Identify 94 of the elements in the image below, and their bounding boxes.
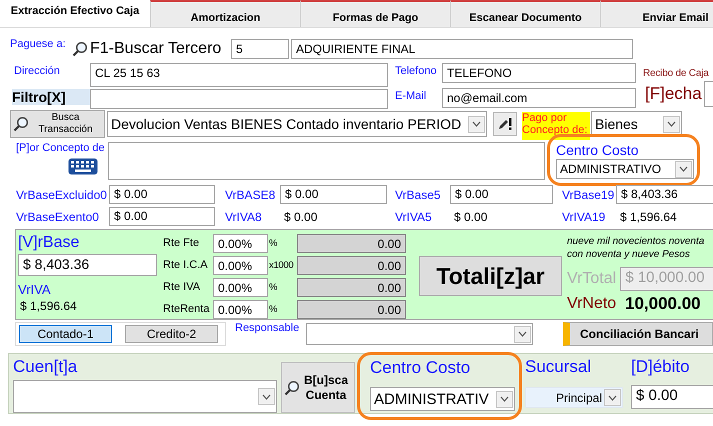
amount-value: $ 0.00	[283, 210, 318, 224]
iva-value: $ 1,596.64	[19, 299, 78, 313]
concept-label: Pago por Concepto de:	[522, 112, 590, 140]
reconciliation-button[interactable]: Conciliación Bancari	[563, 322, 713, 346]
search-icon	[72, 41, 88, 57]
amount-field[interactable]: $ 0.00	[450, 185, 553, 204]
base-label: [V]rBase	[18, 234, 80, 252]
amount-value: $ 1,596.64	[619, 210, 677, 224]
field-label: VrBaseExento0	[16, 210, 100, 224]
field-label: Dirección	[13, 64, 61, 77]
transaction-dropdown[interactable]: Devolucion Ventas BIENES Contado inventario PERIOD	[107, 111, 487, 137]
chevron-icon	[675, 160, 692, 178]
amount-field[interactable]: $ 0.00	[280, 185, 387, 204]
concept-field[interactable]	[108, 142, 545, 180]
chevron-icon	[514, 326, 531, 342]
branch-dropdown[interactable]: Principal	[525, 387, 623, 408]
field-label: Responsable	[235, 322, 300, 334]
field-label: E-Mail	[395, 89, 428, 102]
totalize-button[interactable]: Totali[z]ar	[419, 256, 562, 296]
name-field[interactable]: ADQUIRIENTE FINAL	[291, 39, 633, 59]
field-label: Rte Fte	[163, 237, 200, 249]
code-field[interactable]: 5	[231, 39, 289, 59]
field-label: Rte I.C.A	[163, 259, 209, 271]
amount-field: 0.00	[297, 256, 406, 274]
payment-mode-button[interactable]: Contado-1	[19, 325, 112, 343]
action-button[interactable]	[493, 112, 517, 136]
search-link[interactable]: F1-Buscar Tercero	[88, 40, 231, 58]
phone-field[interactable]: TELEFONO	[442, 63, 636, 83]
net-label: VrNeto	[567, 295, 618, 313]
amount-field: 0.00	[297, 234, 406, 252]
responsible-dropdown[interactable]	[306, 323, 533, 345]
field-label: VrIVA19	[562, 210, 606, 224]
unit-label: x1000	[268, 260, 294, 270]
amount-in-words: nueve mil novecientos noventa con noventa y nueve Pesos	[567, 235, 706, 261]
base-field[interactable]: $ 8,403.36	[18, 254, 157, 276]
unit-label: %	[268, 304, 278, 314]
date-label: [F]echa	[645, 84, 702, 104]
field-label: VrBase19	[562, 188, 616, 202]
rate-field[interactable]: 0.00%	[213, 278, 268, 296]
receipt-label: Recibo de Caja	[642, 68, 709, 79]
address-field[interactable]: CL 25 15 63	[90, 63, 388, 87]
account-dropdown[interactable]	[13, 380, 277, 413]
rate-field[interactable]: 0.00%	[213, 234, 268, 252]
amount-field[interactable]: $ 0.00	[109, 207, 215, 226]
pencil-icon	[497, 117, 513, 131]
search-transaction-button[interactable]: Busca Transacción	[10, 110, 105, 138]
search-account-button[interactable]: B[u]sca Cuenta	[281, 362, 355, 413]
rate-field[interactable]: 0.00%	[213, 300, 268, 318]
payment-mode-button[interactable]: Credito-2	[125, 325, 218, 343]
field-label: Rte IVA	[163, 281, 202, 293]
tab[interactable]: Amortizacion	[150, 0, 300, 27]
field-label: [P]or Concepto de	[16, 142, 105, 154]
amount-field[interactable]: $ 8,403.36	[616, 185, 713, 204]
field-label: Paguese a:	[9, 38, 67, 50]
amount-value: $ 0.00	[453, 210, 488, 224]
chevron-icon	[258, 388, 275, 405]
chevron-icon	[468, 116, 485, 132]
field-label: VrIVA8	[225, 210, 263, 224]
search-icon	[13, 116, 29, 132]
email-field[interactable]: no@email.com	[442, 88, 636, 108]
date-field[interactable]	[704, 81, 713, 107]
field-label: VrIVA	[18, 282, 52, 297]
field-label: Centro Costo	[370, 358, 472, 378]
filter-label: Filtro[X]	[12, 89, 90, 105]
filter-field[interactable]	[90, 89, 388, 109]
cost-center-dropdown[interactable]: ADMINISTRATIVO	[556, 159, 694, 179]
net-value: 10,000.00	[625, 294, 701, 314]
tab[interactable]: Formas de Pago	[300, 0, 450, 27]
field-label: RteRenta	[163, 303, 210, 315]
field-label: [D]ébito	[631, 357, 691, 377]
chevron-icon	[663, 116, 680, 132]
field-label: VrBase5	[395, 188, 442, 202]
amount-field[interactable]: $ 0.00	[109, 185, 215, 204]
debit-field[interactable]: $ 0.00	[631, 385, 713, 409]
search-icon	[284, 380, 300, 396]
cost-center-dropdown[interactable]: ADMINISTRATIV	[370, 387, 515, 411]
tab[interactable]: Escanear Documento	[450, 0, 600, 27]
chevron-icon	[604, 389, 621, 406]
chevron-icon	[496, 390, 513, 408]
amount-field: 0.00	[297, 278, 406, 296]
tab[interactable]: Enviar Email	[600, 0, 713, 27]
field-label: VrIVA5	[395, 210, 433, 224]
unit-label: %	[268, 238, 278, 248]
total-label: VrTotal	[567, 270, 618, 288]
field-label: VrBaseExcluido0	[16, 188, 108, 202]
unit-label: %	[268, 282, 278, 292]
rate-field[interactable]: 0.00%	[213, 256, 268, 274]
field-label: VrBASE8	[225, 188, 276, 202]
field-label: Sucursal	[525, 357, 592, 377]
field-label: Centro Costo	[556, 142, 640, 158]
amount-field: 0.00	[297, 300, 406, 318]
field-label: Telefono	[395, 64, 438, 77]
account-label: Cuen[t]a	[13, 357, 78, 377]
keyboard-icon	[68, 158, 98, 175]
